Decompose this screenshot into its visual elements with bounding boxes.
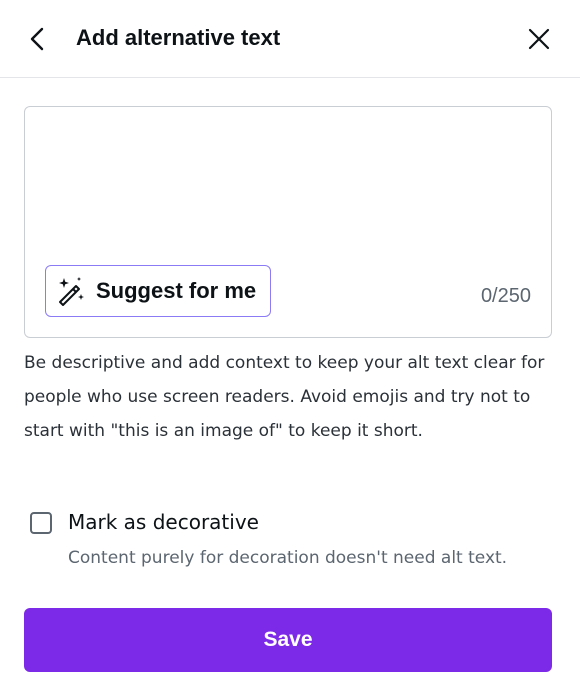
suggest-for-me-button[interactable]: Suggest for me — [45, 265, 271, 317]
suggest-for-me-label: Suggest for me — [96, 278, 257, 303]
panel-title: Add alternative text — [76, 25, 281, 50]
close-button[interactable] — [522, 22, 556, 56]
save-button[interactable]: Save — [24, 608, 552, 672]
decorative-checkbox[interactable] — [30, 512, 52, 534]
back-button[interactable] — [20, 22, 54, 56]
alt-text-help: Be descriptive and add context to keep y… — [24, 353, 545, 441]
close-icon — [528, 28, 550, 50]
save-label: Save — [263, 628, 313, 651]
decorative-description: Content purely for decoration doesn't ne… — [68, 548, 508, 568]
magic-wand-sparkle-icon — [54, 274, 88, 308]
decorative-option[interactable]: Mark as decorative — [30, 510, 259, 534]
alt-text-field[interactable]: Suggest for me 0/250 — [24, 106, 552, 338]
chevron-left-icon — [30, 27, 44, 51]
panel-header: Add alternative text — [0, 0, 580, 78]
character-counter: 0/250 — [480, 285, 531, 307]
alt-text-input[interactable] — [37, 117, 537, 257]
decorative-label[interactable]: Mark as decorative — [68, 510, 259, 534]
